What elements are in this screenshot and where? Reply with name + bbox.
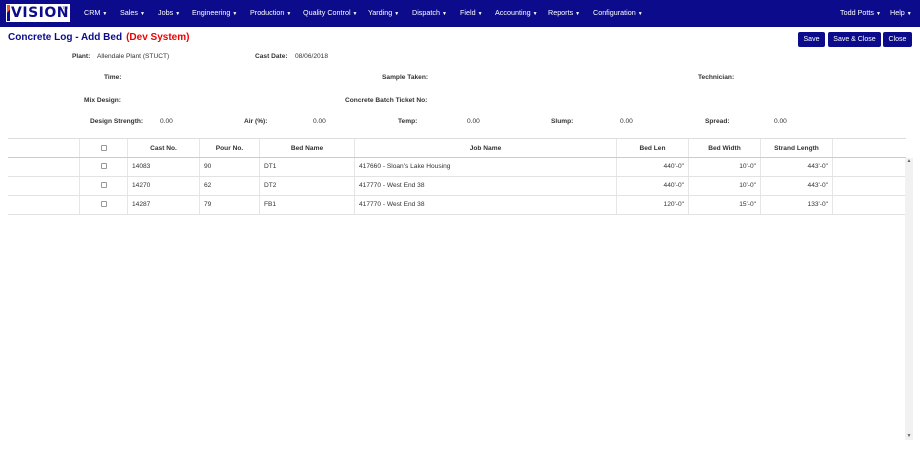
pour-no-cell: 79 xyxy=(200,196,260,214)
bed-len-cell: 120'-0" xyxy=(617,196,689,214)
caret-down-icon: ▼ xyxy=(139,11,145,17)
save-close-button[interactable]: Save & Close xyxy=(828,32,881,47)
batch-ticket-label: Concrete Batch Ticket No: xyxy=(345,97,428,104)
spread-label: Spread: xyxy=(705,118,730,125)
cast-date-value[interactable]: 08/06/2018 xyxy=(295,53,328,60)
header-bed-width[interactable]: Bed Width xyxy=(689,139,761,157)
environment-badge: (Dev System) xyxy=(126,32,190,43)
header-cast-no[interactable]: Cast No. xyxy=(128,139,200,157)
bed-name-cell: DT2 xyxy=(260,177,355,195)
nav-reports[interactable]: Reports ▼ xyxy=(548,0,580,27)
top-navbar: VISION TM CRM ▼ Sales ▼ Jobs ▼ Engineering ▼… xyxy=(0,0,920,27)
air-value[interactable]: 0.00 xyxy=(313,118,326,125)
nav-yarding[interactable]: Yarding ▼ xyxy=(368,0,399,27)
nav-quality-control[interactable]: Quality Control ▼ xyxy=(303,0,358,27)
cast-no-cell: 14270 xyxy=(128,177,200,195)
slump-value[interactable]: 0.00 xyxy=(620,118,633,125)
scroll-down-icon[interactable]: ▼ xyxy=(905,433,913,440)
job-name-cell: 417770 - West End 38 xyxy=(355,196,617,214)
time-label: Time: xyxy=(104,74,122,81)
nav-production[interactable]: Production ▼ xyxy=(250,0,291,27)
strand-length-cell: 443'-0" xyxy=(761,177,833,195)
save-button[interactable]: Save xyxy=(798,32,825,47)
nav-jobs[interactable]: Jobs ▼ xyxy=(158,0,180,27)
table-row[interactable]: 14287 79 FB1 417770 - West End 38 120'-0… xyxy=(8,196,906,215)
bed-name-cell: FB1 xyxy=(260,196,355,214)
table-row[interactable]: 14083 90 DT1 417660 - Sloan's Lake Housi… xyxy=(8,158,906,177)
job-name-cell: 417770 - West End 38 xyxy=(355,177,617,195)
spread-value[interactable]: 0.00 xyxy=(774,118,787,125)
nav-accounting[interactable]: Accounting ▼ xyxy=(495,0,538,27)
bed-name-cell: DT1 xyxy=(260,158,355,176)
cast-no-cell: 14083 xyxy=(128,158,200,176)
sample-taken-label: Sample Taken: xyxy=(382,74,429,81)
close-button[interactable]: Close xyxy=(883,32,912,47)
nav-engineering[interactable]: Engineering ▼ xyxy=(192,0,237,27)
strand-length-cell: 133'-0" xyxy=(761,196,833,214)
header-pour-no[interactable]: Pour No. xyxy=(200,139,260,157)
nav-configuration[interactable]: Configuration ▼ xyxy=(593,0,643,27)
logo-text: VISION xyxy=(11,5,69,21)
caret-down-icon: ▼ xyxy=(875,11,881,17)
slump-label: Slump: xyxy=(551,118,574,125)
caret-down-icon: ▼ xyxy=(102,11,108,17)
logo-mark-icon xyxy=(7,5,11,21)
nav-sales[interactable]: Sales ▼ xyxy=(120,0,145,27)
header-job-name[interactable]: Job Name xyxy=(355,139,617,157)
air-label: Air (%): xyxy=(244,118,268,125)
grid-scrollbar[interactable]: ▲ ▼ xyxy=(905,158,913,440)
table-row[interactable]: 14270 62 DT2 417770 - West End 38 440'-0… xyxy=(8,177,906,196)
cast-no-cell: 14287 xyxy=(128,196,200,214)
caret-down-icon: ▼ xyxy=(232,11,238,17)
row-checkbox[interactable] xyxy=(100,181,107,188)
caret-down-icon: ▼ xyxy=(477,11,483,17)
nav-help[interactable]: Help ▼ xyxy=(890,0,912,27)
bed-len-cell: 440'-0" xyxy=(617,158,689,176)
temp-label: Temp: xyxy=(398,118,418,125)
plant-label: Plant: xyxy=(72,53,91,60)
caret-down-icon: ▼ xyxy=(906,11,912,17)
bed-len-cell: 440'-0" xyxy=(617,177,689,195)
bed-width-cell: 10'-0" xyxy=(689,177,761,195)
scroll-up-icon[interactable]: ▲ xyxy=(905,158,913,165)
nav-field[interactable]: Field ▼ xyxy=(460,0,483,27)
header-strand-length[interactable]: Strand Length xyxy=(761,139,833,157)
bed-width-cell: 15'-0" xyxy=(689,196,761,214)
bed-width-cell: 10'-0" xyxy=(689,158,761,176)
row-checkbox[interactable] xyxy=(100,200,107,207)
select-all-checkbox[interactable] xyxy=(100,144,107,151)
caret-down-icon: ▼ xyxy=(394,11,400,17)
job-name-cell: 417660 - Sloan's Lake Housing xyxy=(355,158,617,176)
caret-down-icon: ▼ xyxy=(532,11,538,17)
design-strength-label: Design Strength: xyxy=(90,118,144,125)
grid-header-row: Cast No. Pour No. Bed Name Job Name Bed … xyxy=(8,138,906,158)
caret-down-icon: ▼ xyxy=(637,11,643,17)
caret-down-icon: ▼ xyxy=(441,11,447,17)
page-title: Concrete Log - Add Bed (Dev System) xyxy=(8,32,190,43)
caret-down-icon: ▼ xyxy=(352,11,358,17)
pour-no-cell: 62 xyxy=(200,177,260,195)
nav-dispatch[interactable]: Dispatch ▼ xyxy=(412,0,447,27)
temp-value[interactable]: 0.00 xyxy=(467,118,480,125)
caret-down-icon: ▼ xyxy=(286,11,292,17)
pour-no-cell: 90 xyxy=(200,158,260,176)
header-bed-name[interactable]: Bed Name xyxy=(260,139,355,157)
plant-value[interactable]: Allendale Plant (STUCT) xyxy=(97,53,169,60)
row-checkbox[interactable] xyxy=(100,162,107,169)
vision-logo[interactable]: VISION TM xyxy=(6,4,70,22)
design-strength-value[interactable]: 0.00 xyxy=(160,118,173,125)
caret-down-icon: ▼ xyxy=(175,11,181,17)
mix-design-label: Mix Design: xyxy=(84,97,122,104)
strand-length-cell: 443'-0" xyxy=(761,158,833,176)
caret-down-icon: ▼ xyxy=(575,11,581,17)
nav-crm[interactable]: CRM ▼ xyxy=(84,0,107,27)
nav-user-menu[interactable]: Todd Potts ▼ xyxy=(840,0,881,27)
cast-date-label: Cast Date: xyxy=(255,53,288,60)
header-bed-len[interactable]: Bed Len xyxy=(617,139,689,157)
technician-label: Technician: xyxy=(698,74,735,81)
